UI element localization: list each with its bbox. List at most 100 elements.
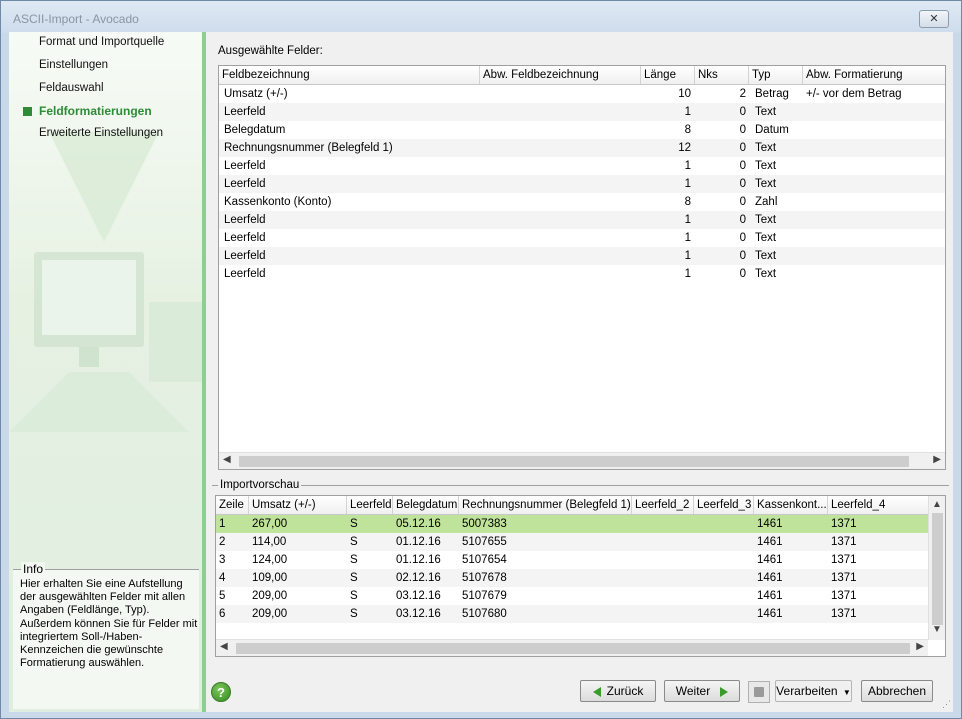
cell-abw-feldbezeichnung[interactable] xyxy=(483,193,638,211)
cell-kassenkonto[interactable]: 1461 xyxy=(757,605,828,623)
cell-feldbezeichnung[interactable]: Rechnungsnummer (Belegfeld 1) xyxy=(224,139,479,157)
table-row[interactable]: Leerfeld 1 0 Text xyxy=(219,103,945,121)
cell-umsatz[interactable]: 267,00 xyxy=(252,515,347,533)
cell-leerfeld-3[interactable] xyxy=(697,515,754,533)
cell-typ[interactable]: Betrag xyxy=(755,85,801,103)
cell-laenge[interactable]: 1 xyxy=(641,103,691,121)
cell-leerfeld-3[interactable] xyxy=(697,605,754,623)
cell-kassenkonto[interactable]: 1461 xyxy=(757,569,828,587)
cell-abw-formatierung[interactable] xyxy=(806,121,945,139)
preview-col-zeile[interactable]: Zeile xyxy=(216,496,249,514)
nav-item-feldauswahl[interactable]: Feldauswahl xyxy=(39,82,104,94)
cell-nks[interactable]: 2 xyxy=(695,85,746,103)
cell-abw-feldbezeichnung[interactable] xyxy=(483,121,638,139)
cell-zeile[interactable]: 6 xyxy=(219,605,249,623)
preview-col-kassenkonto[interactable]: Kassenkont... xyxy=(754,496,828,514)
column-header-laenge[interactable]: Länge xyxy=(641,66,695,84)
preview-col-leerfeld[interactable]: Leerfeld xyxy=(347,496,393,514)
cell-zeile[interactable]: 4 xyxy=(219,569,249,587)
cell-leerfeld-3[interactable] xyxy=(697,533,754,551)
preview-col-leerfeld-4[interactable]: Leerfeld_4 xyxy=(828,496,928,514)
cell-typ[interactable]: Text xyxy=(755,211,801,229)
cell-feldbezeichnung[interactable]: Leerfeld xyxy=(224,103,479,121)
column-header-nks[interactable]: Nks xyxy=(695,66,749,84)
scroll-left-icon[interactable]: ◀ xyxy=(223,454,231,465)
cell-typ[interactable]: Text xyxy=(755,103,801,121)
cell-belegdatum[interactable]: 03.12.16 xyxy=(396,587,459,605)
cell-nks[interactable]: 0 xyxy=(695,139,746,157)
cell-abw-formatierung[interactable] xyxy=(806,103,945,121)
cell-leerfeld-4[interactable]: 1371 xyxy=(831,587,928,605)
cell-nks[interactable]: 0 xyxy=(695,157,746,175)
preview-vertical-scrollbar[interactable]: ▲ ▼ xyxy=(928,496,945,640)
scroll-down-icon[interactable]: ▼ xyxy=(932,624,942,635)
cell-zeile[interactable]: 3 xyxy=(219,551,249,569)
preview-table[interactable]: Zeile Umsatz (+/-) Leerfeld Belegdatum R… xyxy=(215,495,946,657)
cell-feldbezeichnung[interactable]: Leerfeld xyxy=(224,229,479,247)
cell-abw-feldbezeichnung[interactable] xyxy=(483,265,638,283)
cell-rechnungsnummer[interactable]: 5107678 xyxy=(462,569,632,587)
cell-typ[interactable]: Datum xyxy=(755,121,801,139)
cell-umsatz[interactable]: 109,00 xyxy=(252,569,347,587)
table-row[interactable]: Leerfeld 1 0 Text xyxy=(219,229,945,247)
cell-leerfeld-4[interactable]: 1371 xyxy=(831,551,928,569)
cell-nks[interactable]: 0 xyxy=(695,229,746,247)
cell-laenge[interactable]: 1 xyxy=(641,229,691,247)
cell-laenge[interactable]: 8 xyxy=(641,121,691,139)
cell-belegdatum[interactable]: 01.12.16 xyxy=(396,533,459,551)
cell-feldbezeichnung[interactable]: Leerfeld xyxy=(224,265,479,283)
resize-grip-icon[interactable]: ⋰ xyxy=(942,699,951,710)
table-row[interactable]: Belegdatum 8 0 Datum xyxy=(219,121,945,139)
cell-abw-feldbezeichnung[interactable] xyxy=(483,247,638,265)
preview-col-rechnungsnummer[interactable]: Rechnungsnummer (Belegfeld 1) xyxy=(459,496,632,514)
cell-laenge[interactable]: 10 xyxy=(641,85,691,103)
cell-leerfeld-2[interactable] xyxy=(635,605,694,623)
cell-rechnungsnummer[interactable]: 5007383 xyxy=(462,515,632,533)
process-dropdown-button[interactable]: Verarbeiten ▼ xyxy=(775,680,852,702)
cell-typ[interactable]: Text xyxy=(755,175,801,193)
cell-nks[interactable]: 0 xyxy=(695,211,746,229)
cell-nks[interactable]: 0 xyxy=(695,103,746,121)
cell-typ[interactable]: Text xyxy=(755,247,801,265)
cell-abw-feldbezeichnung[interactable] xyxy=(483,85,638,103)
nav-item-erweitert[interactable]: Erweiterte Einstellungen xyxy=(39,127,163,139)
cell-umsatz[interactable]: 124,00 xyxy=(252,551,347,569)
cell-zeile[interactable]: 1 xyxy=(219,515,249,533)
cell-nks[interactable]: 0 xyxy=(695,265,746,283)
cell-zeile[interactable]: 5 xyxy=(219,587,249,605)
cell-typ[interactable]: Zahl xyxy=(755,193,801,211)
cell-leerfeld-2[interactable] xyxy=(635,515,694,533)
cell-zeile[interactable]: 2 xyxy=(219,533,249,551)
scrollbar-thumb[interactable] xyxy=(236,643,910,654)
cell-typ[interactable]: Text xyxy=(755,157,801,175)
cell-belegdatum[interactable]: 02.12.16 xyxy=(396,569,459,587)
table-row[interactable]: Umsatz (+/-) 10 2 Betrag +/- vor dem Betrag xyxy=(219,85,945,103)
cell-umsatz[interactable]: 209,00 xyxy=(252,605,347,623)
cell-feldbezeichnung[interactable]: Kassenkonto (Konto) xyxy=(224,193,479,211)
table-row[interactable]: Leerfeld 1 0 Text xyxy=(219,157,945,175)
cell-leerfeld-3[interactable] xyxy=(697,569,754,587)
cell-leerfeld-4[interactable]: 1371 xyxy=(831,569,928,587)
table-row[interactable]: Leerfeld 1 0 Text xyxy=(219,265,945,283)
cell-leerfeld-3[interactable] xyxy=(697,587,754,605)
cell-leerfeld-2[interactable] xyxy=(635,551,694,569)
cell-leerfeld[interactable]: S xyxy=(350,515,393,533)
cell-belegdatum[interactable]: 01.12.16 xyxy=(396,551,459,569)
cell-leerfeld[interactable]: S xyxy=(350,605,393,623)
next-button[interactable]: Weiter xyxy=(664,680,740,702)
cell-umsatz[interactable]: 209,00 xyxy=(252,587,347,605)
column-header-typ[interactable]: Typ xyxy=(749,66,803,84)
cell-kassenkonto[interactable]: 1461 xyxy=(757,533,828,551)
cell-abw-feldbezeichnung[interactable] xyxy=(483,211,638,229)
column-header-abw-feldbezeichnung[interactable]: Abw. Feldbezeichnung xyxy=(480,66,641,84)
back-button[interactable]: Zurück xyxy=(580,680,656,702)
help-button[interactable]: ? xyxy=(211,682,231,702)
cell-typ[interactable]: Text xyxy=(755,265,801,283)
cell-abw-formatierung[interactable] xyxy=(806,139,945,157)
cell-feldbezeichnung[interactable]: Belegdatum xyxy=(224,121,479,139)
cell-rechnungsnummer[interactable]: 5107654 xyxy=(462,551,632,569)
cell-rechnungsnummer[interactable]: 5107655 xyxy=(462,533,632,551)
cell-leerfeld[interactable]: S xyxy=(350,587,393,605)
cell-abw-formatierung[interactable] xyxy=(806,265,945,283)
cell-feldbezeichnung[interactable]: Leerfeld xyxy=(224,211,479,229)
